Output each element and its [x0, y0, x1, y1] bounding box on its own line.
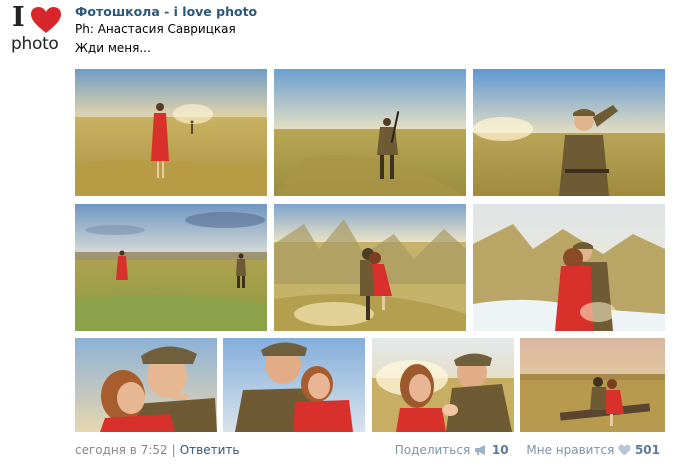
- author-link[interactable]: Фотошкола - i love photo: [75, 4, 257, 20]
- photo-9[interactable]: [372, 338, 514, 432]
- like-count: 501: [634, 443, 660, 457]
- separator: |: [171, 443, 176, 457]
- heart-icon: [618, 444, 631, 456]
- share-button[interactable]: Поделиться 10: [395, 443, 513, 457]
- post-caption: Жди меня...: [75, 41, 151, 55]
- photo-7[interactable]: [75, 338, 217, 432]
- photo-1[interactable]: [75, 69, 267, 196]
- photo-credit: Ph: Анастасия Саврицкая: [75, 22, 236, 36]
- post-time[interactable]: сегодня в 7:52: [75, 443, 168, 457]
- photo-5[interactable]: [274, 204, 466, 331]
- megaphone-icon: [475, 445, 486, 455]
- like-label: Мне нравится: [526, 443, 615, 457]
- photo-2[interactable]: [274, 69, 466, 196]
- logo-word: photo: [11, 34, 59, 54]
- share-count: 10: [491, 443, 509, 457]
- logo-letter: I: [12, 2, 25, 33]
- share-label: Поделиться: [394, 443, 471, 457]
- heart-icon: [31, 7, 61, 33]
- photo-8[interactable]: [223, 338, 365, 432]
- photo-4[interactable]: [75, 204, 267, 331]
- post-footer: сегодня в 7:52 | Ответить Поделиться 10 Мн…: [75, 443, 660, 459]
- like-button[interactable]: Мне нравится 501: [526, 443, 660, 457]
- post-header: Фотошкола - i love photo Ph: Анастасия С…: [75, 4, 257, 58]
- avatar[interactable]: I photo: [10, 4, 66, 54]
- photo-6[interactable]: [473, 204, 665, 331]
- photo-10[interactable]: [520, 338, 665, 432]
- reply-link[interactable]: Ответить: [180, 443, 240, 457]
- photo-3[interactable]: [473, 69, 665, 196]
